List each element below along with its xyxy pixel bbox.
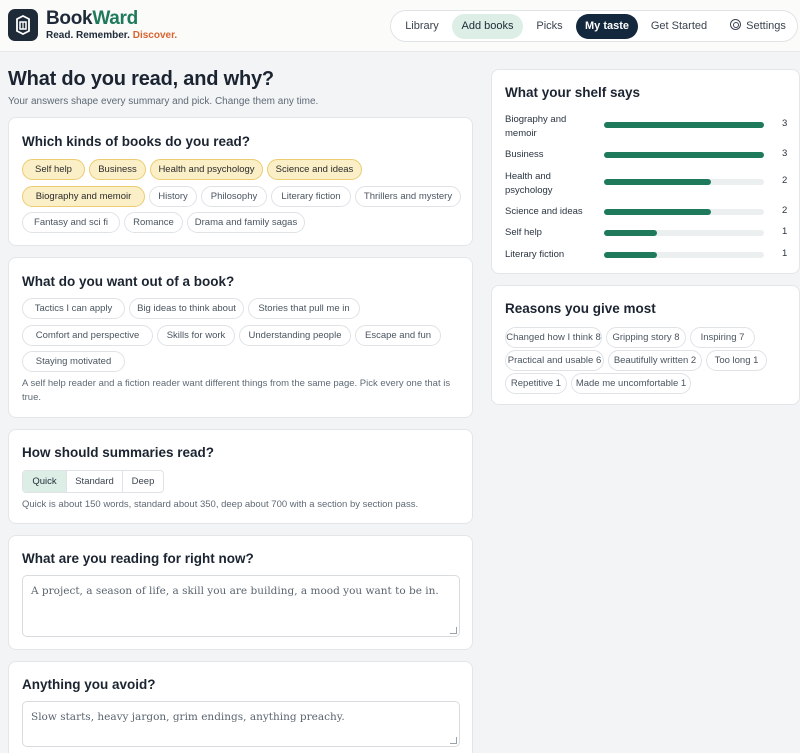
summaries-title: How should summaries read?	[22, 445, 215, 460]
kinds-title: Which kinds of books do you read?	[22, 134, 251, 149]
chip-staying-motivated[interactable]: Staying motivated	[22, 351, 125, 372]
shelf-row-label: Biography and memoir	[505, 114, 567, 139]
shelf-row-count: 3	[782, 118, 788, 129]
shelf-bar-fill	[604, 122, 764, 128]
chip-stories[interactable]: Stories that pull me in	[248, 298, 360, 319]
shelf-row-count: 2	[782, 205, 788, 216]
page-title: What do you read, and why?	[8, 68, 274, 90]
avoid-card: Anything you avoid? Slow starts, heavy j…	[8, 661, 473, 753]
shelf-row-count: 1	[782, 248, 788, 259]
wants-card: What do you want out of a book? Tactics …	[8, 257, 473, 418]
nav-my-taste[interactable]: My taste	[576, 14, 638, 39]
shelf-card: What your shelf says Biography and memoi…	[491, 69, 800, 274]
chip-history[interactable]: History	[149, 186, 197, 207]
resize-grip-icon[interactable]	[450, 627, 457, 634]
chip-thrillers-mystery[interactable]: Thrillers and mystery	[355, 186, 461, 207]
shelf-row-label: Self help	[505, 227, 542, 238]
option-deep[interactable]: Deep	[123, 471, 163, 492]
summaries-note: Quick is about 150 words, standard about…	[22, 499, 419, 510]
shelf-bar-track	[604, 209, 764, 215]
wants-note: A self help reader and a fiction reader …	[22, 378, 451, 403]
reading-now-textarea[interactable]: A project, a season of life, a skill you…	[22, 575, 460, 637]
shelf-bar-track	[604, 230, 764, 236]
reason-chip[interactable]: Made me uncomfortable 1	[571, 373, 691, 394]
nav-get-started[interactable]: Get Started	[642, 14, 716, 39]
chip-comfort[interactable]: Comfort and perspective	[22, 325, 153, 346]
chip-romance[interactable]: Romance	[124, 212, 183, 233]
reason-chip[interactable]: Too long 1	[706, 350, 767, 371]
shelf-row-label: Science and ideas	[505, 206, 583, 217]
chip-tactics[interactable]: Tactics I can apply	[22, 298, 125, 319]
shelf-bar-track	[604, 152, 764, 158]
summaries-card: How should summaries read? Quick Standar…	[8, 429, 473, 524]
shelf-row-count: 2	[782, 175, 788, 186]
summary-length-toggle: Quick Standard Deep	[22, 470, 164, 493]
nav-picks[interactable]: Picks	[527, 14, 572, 39]
reason-chip[interactable]: Inspiring 7	[690, 327, 755, 348]
shelf-title: What your shelf says	[505, 85, 641, 100]
shelf-bar-fill	[604, 179, 711, 185]
gear-icon	[730, 19, 742, 30]
reason-chip[interactable]: Repetitive 1	[505, 373, 567, 394]
chip-escape-fun[interactable]: Escape and fun	[355, 325, 441, 346]
shelf-row-label: Health and psychology	[505, 171, 553, 196]
bookward-logo-icon[interactable]	[8, 9, 38, 41]
resize-grip-icon[interactable]	[450, 737, 457, 744]
chip-philosophy[interactable]: Philosophy	[201, 186, 267, 207]
reading-now-title: What are you reading for right now?	[22, 551, 254, 566]
reading-now-placeholder: A project, a season of life, a skill you…	[31, 585, 439, 597]
shelf-bar-fill	[604, 230, 657, 236]
shelf-row-label: Literary fiction	[505, 249, 565, 260]
reason-chip[interactable]: Changed how I think 8	[505, 327, 602, 348]
chip-skills-work[interactable]: Skills for work	[157, 325, 235, 346]
shelf-row-count: 1	[782, 226, 788, 237]
avoid-title: Anything you avoid?	[22, 677, 156, 692]
chip-drama-family-sagas[interactable]: Drama and family sagas	[187, 212, 305, 233]
option-quick[interactable]: Quick	[23, 471, 67, 492]
chip-business[interactable]: Business	[89, 159, 146, 180]
reason-chip[interactable]: Gripping story 8	[606, 327, 686, 348]
avoid-placeholder: Slow starts, heavy jargon, grim endings,…	[31, 711, 345, 723]
brand-name: BookWard	[46, 8, 138, 29]
reason-chip[interactable]: Beautifully written 2	[608, 350, 702, 371]
app-header: BookWard Read. Remember. Discover. Libra…	[0, 0, 800, 52]
chip-understanding-people[interactable]: Understanding people	[239, 325, 351, 346]
brand-tagline: Read. Remember. Discover.	[46, 30, 178, 41]
chip-literary-fiction[interactable]: Literary fiction	[271, 186, 351, 207]
avoid-textarea[interactable]: Slow starts, heavy jargon, grim endings,…	[22, 701, 460, 747]
chip-health-psychology[interactable]: Health and psychology	[150, 159, 263, 180]
reasons-title: Reasons you give most	[505, 301, 656, 316]
nav-settings[interactable]: Settings	[721, 14, 795, 39]
shelf-bar-fill	[604, 252, 657, 258]
shelf-bar-track	[604, 179, 764, 185]
chip-science-ideas[interactable]: Science and ideas	[267, 159, 362, 180]
chip-self-help[interactable]: Self help	[22, 159, 85, 180]
shelf-bar-fill	[604, 209, 711, 215]
shelf-row-count: 3	[782, 148, 788, 159]
nav-settings-label: Settings	[746, 20, 786, 32]
page-subtitle: Your answers shape every summary and pic…	[8, 96, 319, 107]
wants-title: What do you want out of a book?	[22, 274, 235, 289]
shelf-bar-track	[604, 252, 764, 258]
reason-chip[interactable]: Practical and usable 6	[505, 350, 604, 371]
chip-biography-memoir[interactable]: Biography and memoir	[22, 186, 145, 207]
shelf-row-label: Business	[505, 149, 544, 160]
shelf-bar-fill	[604, 152, 764, 158]
reading-now-card: What are you reading for right now? A pr…	[8, 535, 473, 650]
chip-fantasy-scifi[interactable]: Fantasy and sci fi	[22, 212, 120, 233]
kinds-card: Which kinds of books do you read? Self h…	[8, 117, 473, 246]
reasons-card: Reasons you give most Changed how I thin…	[491, 285, 800, 405]
chip-big-ideas[interactable]: Big ideas to think about	[129, 298, 244, 319]
shelf-bar-track	[604, 122, 764, 128]
nav-library[interactable]: Library	[396, 14, 448, 39]
top-nav: Library Add books Picks My taste Get Sta…	[390, 10, 798, 42]
option-standard[interactable]: Standard	[67, 471, 123, 492]
nav-add-books[interactable]: Add books	[452, 14, 523, 39]
